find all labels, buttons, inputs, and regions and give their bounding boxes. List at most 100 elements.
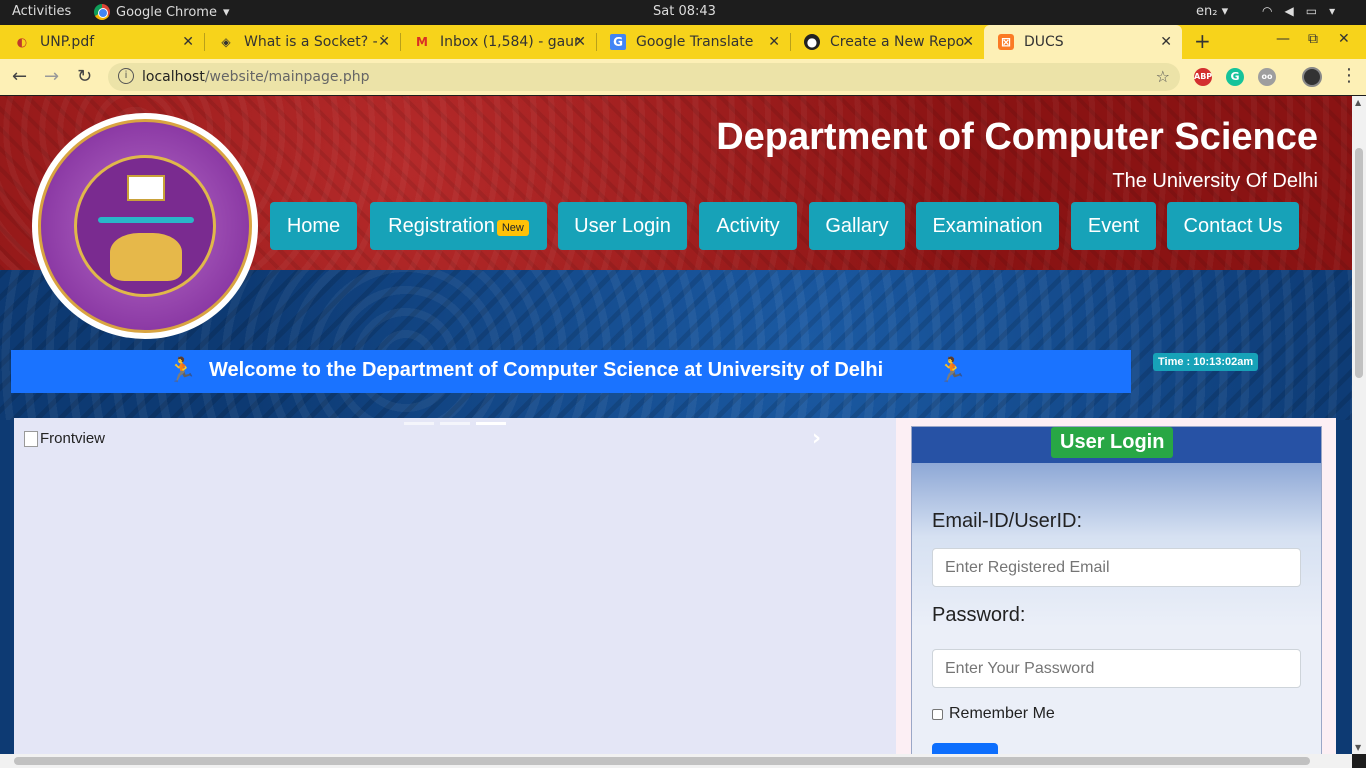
tab-google-translate[interactable]: G Google Translate ✕: [596, 25, 790, 59]
github-icon: ●: [804, 34, 820, 50]
page-title: Department of Computer Science: [716, 116, 1318, 158]
avatar[interactable]: [1302, 67, 1322, 87]
nav-home[interactable]: Home: [270, 202, 357, 250]
language-indicator[interactable]: en₂ ▾: [1196, 4, 1228, 19]
close-icon[interactable]: ✕: [768, 34, 780, 50]
scrollbar-thumb[interactable]: [14, 757, 1310, 765]
new-badge: New: [496, 220, 529, 236]
elephant-icon: [110, 233, 182, 281]
tab-unp-pdf[interactable]: ◐ UNP.pdf ✕: [0, 25, 204, 59]
restore-icon[interactable]: ⧉: [1308, 31, 1318, 47]
nav-examination[interactable]: Examination: [916, 202, 1059, 250]
carousel-indicator[interactable]: [440, 422, 470, 425]
tab-ducs[interactable]: ⊠ DUCS ✕: [984, 25, 1182, 59]
book-icon: [127, 175, 165, 201]
chevron-right-icon[interactable]: ›: [812, 426, 821, 451]
nav-contact-us[interactable]: Contact Us: [1167, 202, 1299, 250]
pdf-icon: ◐: [16, 35, 28, 49]
close-window-icon[interactable]: ✕: [1338, 31, 1350, 47]
wave-icon: [98, 217, 194, 223]
activities-button[interactable]: Activities: [12, 4, 71, 19]
password-field[interactable]: [932, 649, 1301, 688]
horizontal-scrollbar[interactable]: [0, 754, 1352, 768]
adblock-icon[interactable]: ABP: [1194, 68, 1212, 86]
remember-label: Remember Me: [949, 705, 1055, 722]
os-top-bar: Activities Google Chrome ▾ Sat 08:43 en₂…: [0, 0, 1366, 25]
new-tab-button[interactable]: +: [1194, 29, 1211, 53]
browser-toolbar: ← → ↻ i localhost/website/mainpage.php ☆…: [0, 59, 1366, 95]
login-button[interactable]: [932, 743, 998, 754]
close-icon[interactable]: ✕: [1160, 34, 1172, 50]
reload-icon[interactable]: ↻: [77, 66, 92, 87]
clock[interactable]: Sat 08:43: [653, 4, 716, 19]
nav-registration[interactable]: Registration New: [370, 202, 547, 250]
runner-icon: 🏃: [937, 357, 967, 384]
minimize-icon[interactable]: —: [1276, 31, 1290, 47]
university-logo[interactable]: [32, 113, 258, 339]
scrollbar-thumb[interactable]: [1355, 148, 1363, 378]
close-icon[interactable]: ✕: [574, 34, 586, 50]
menu-icon[interactable]: ⋮: [1340, 65, 1358, 86]
tab-gmail[interactable]: M Inbox (1,584) - gaur ✕: [400, 25, 596, 59]
welcome-marquee: 🏃 Welcome to the Department of Computer …: [11, 350, 1131, 393]
nav-label: Home: [286, 214, 341, 237]
nav-event[interactable]: Event: [1071, 202, 1156, 250]
chevron-down-icon: ▾: [1329, 4, 1336, 18]
email-field[interactable]: [932, 548, 1301, 587]
tab-socket[interactable]: ◈ What is a Socket? - T ✕: [204, 25, 400, 59]
tab-title: DUCS: [1024, 34, 1064, 50]
tab-title: Create a New Repo: [830, 34, 965, 50]
socket-site-icon: ◈: [221, 35, 231, 49]
system-tray[interactable]: ◠ ◀ ▭ ▾: [1262, 4, 1335, 18]
vertical-scrollbar[interactable]: ▲ ▼: [1352, 96, 1366, 754]
info-icon[interactable]: i: [118, 68, 134, 84]
translate-icon: G: [610, 34, 626, 50]
back-icon[interactable]: ←: [12, 66, 27, 87]
image-carousel: Frontview ›: [14, 418, 896, 754]
nav-gallary[interactable]: Gallary: [809, 202, 905, 250]
nav-label: Registration: [388, 214, 495, 237]
carousel-indicator[interactable]: [404, 422, 434, 425]
tab-strip: ◐ UNP.pdf ✕ ◈ What is a Socket? - T ✕ M …: [0, 25, 1366, 59]
close-icon[interactable]: ✕: [182, 34, 194, 50]
tab-github[interactable]: ● Create a New Repo ✕: [790, 25, 984, 59]
tab-title: What is a Socket? - T: [244, 34, 384, 50]
page-viewport: Department of Computer Science The Unive…: [0, 96, 1352, 754]
broken-image-icon: [24, 430, 38, 447]
carousel-image: Frontview: [24, 430, 105, 447]
nav-activity[interactable]: Activity: [699, 202, 797, 250]
volume-icon: ◀: [1284, 4, 1294, 18]
star-icon[interactable]: ☆: [1156, 67, 1170, 86]
app-menu[interactable]: Google Chrome ▾: [94, 4, 230, 20]
nav-label: User Login: [574, 214, 671, 237]
nav-label: Gallary: [825, 214, 889, 237]
carousel-indicators[interactable]: [404, 422, 506, 425]
extension-icon[interactable]: oo: [1258, 68, 1276, 86]
address-bar[interactable]: i localhost/website/mainpage.php ☆: [108, 63, 1180, 91]
marquee-text: Welcome to the Department of Computer Sc…: [209, 359, 884, 381]
close-icon[interactable]: ✕: [378, 34, 390, 50]
page-subtitle: The University Of Delhi: [1112, 170, 1318, 192]
close-icon[interactable]: ✕: [962, 34, 974, 50]
nav-label: Contact Us: [1183, 214, 1283, 237]
runner-icon: 🏃: [167, 357, 197, 384]
grammarly-icon[interactable]: G: [1226, 68, 1244, 86]
login-title: User Login: [1051, 427, 1174, 458]
scroll-up-icon[interactable]: ▲: [1355, 98, 1361, 107]
chrome-icon: [94, 4, 110, 20]
time-badge: Time : 10:13:02am: [1153, 353, 1259, 371]
nav-user-login[interactable]: User Login: [558, 202, 687, 250]
nav-label: Activity: [716, 214, 780, 237]
carousel-indicator[interactable]: [476, 422, 506, 425]
tab-title: Inbox (1,584) - gaur: [440, 34, 580, 50]
remember-checkbox[interactable]: [932, 708, 943, 720]
tab-title: Google Translate: [636, 34, 754, 50]
chevron-down-icon: ▾: [222, 4, 230, 20]
nav-label: Event: [1087, 214, 1140, 237]
forward-icon[interactable]: →: [44, 66, 59, 87]
wifi-icon: ◠: [1262, 4, 1273, 18]
scroll-down-icon[interactable]: ▼: [1355, 743, 1361, 752]
password-label: Password:: [932, 604, 1026, 626]
remember-me[interactable]: Remember Me: [932, 705, 1055, 723]
main-content: Frontview › User Login Email-ID/UserID: …: [14, 418, 1336, 754]
